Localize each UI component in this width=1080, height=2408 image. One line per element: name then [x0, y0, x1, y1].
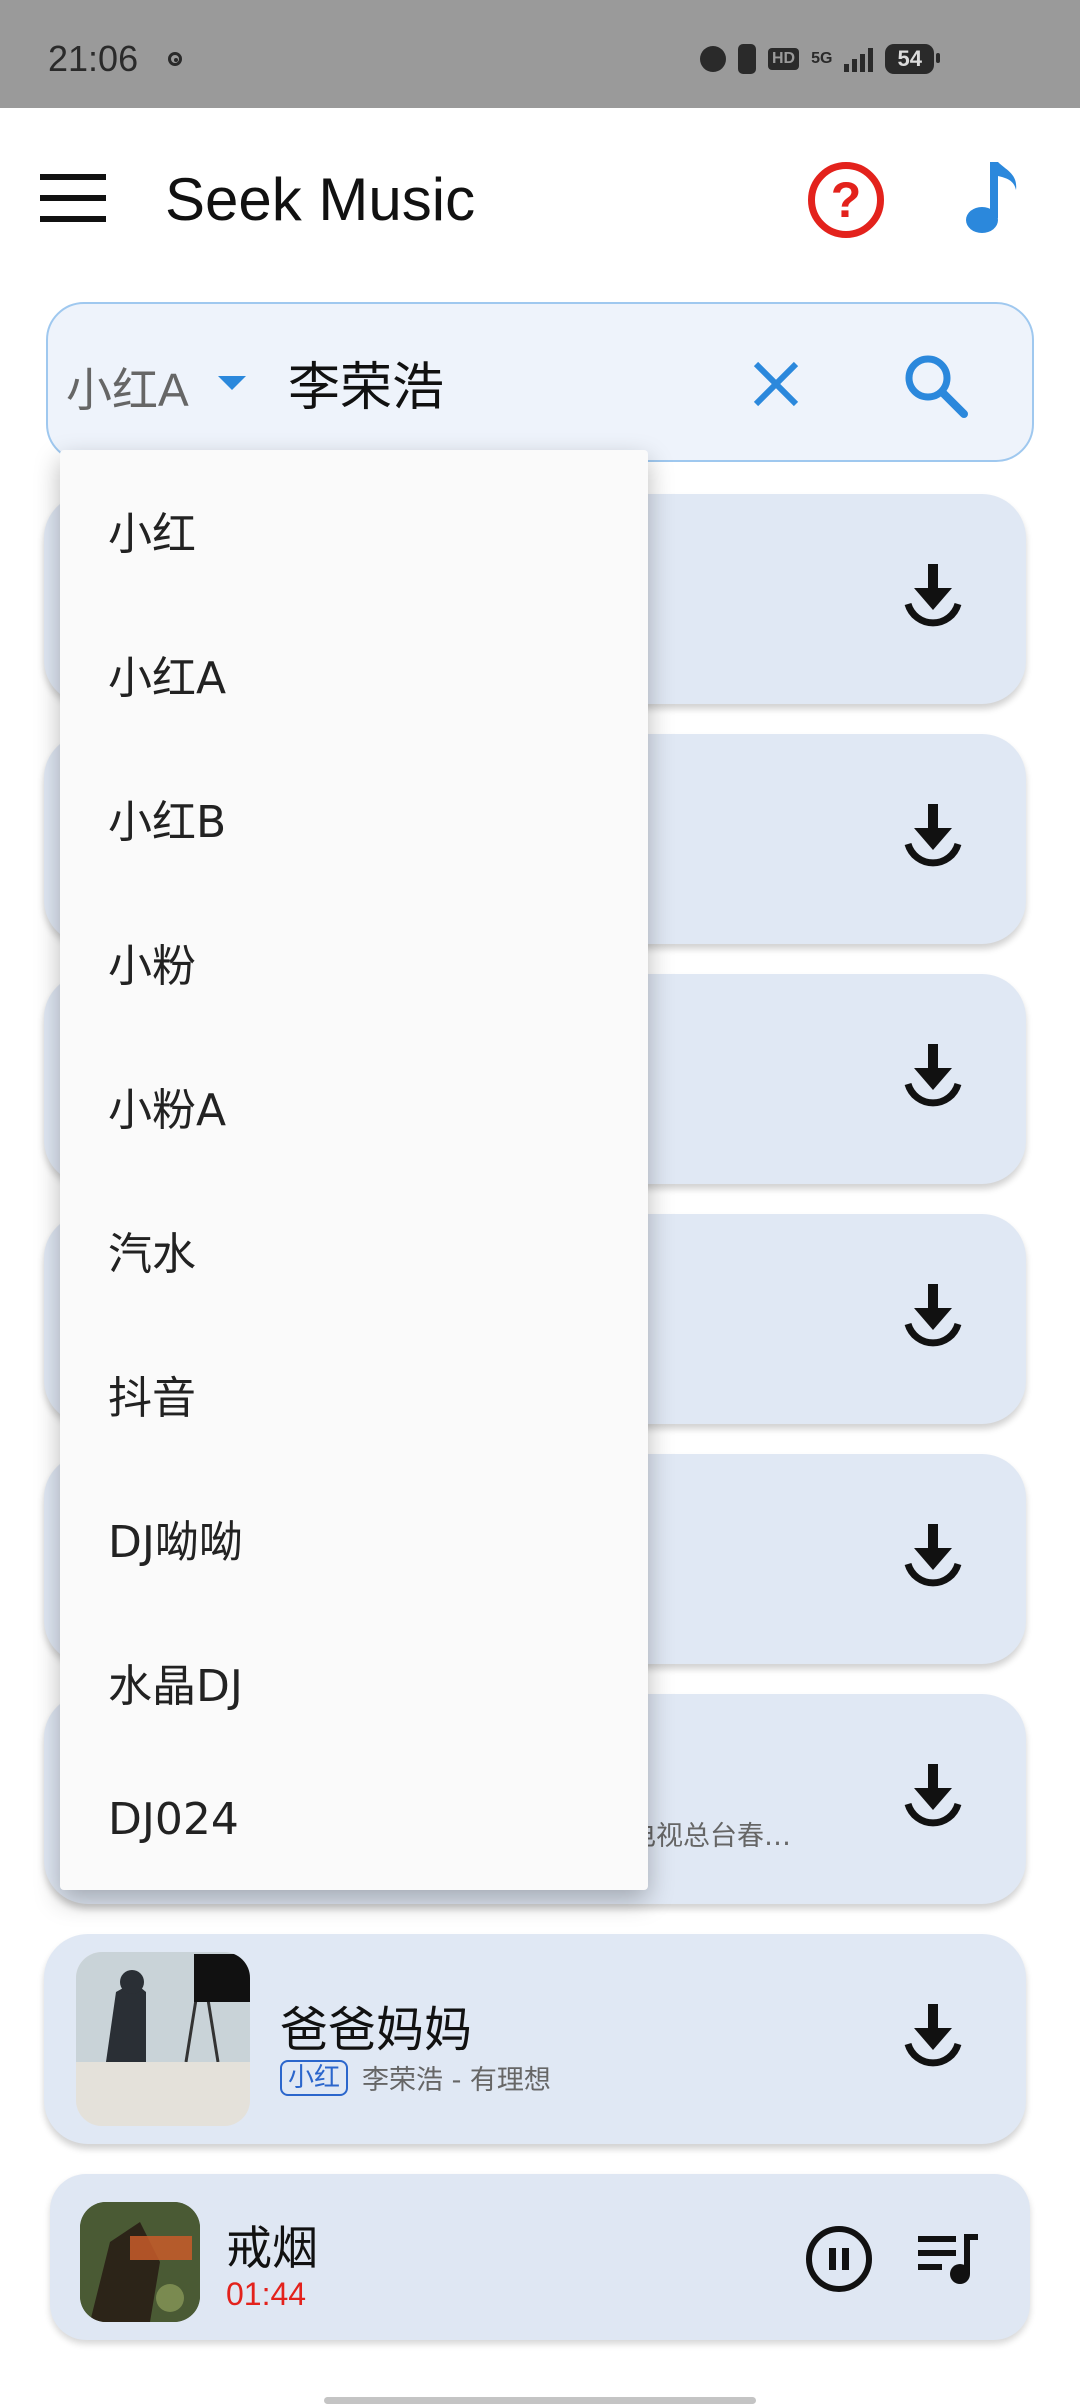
song-card[interactable]: 爸爸妈妈 小红 李荣浩 - 有理想	[44, 1934, 1026, 2144]
download-icon[interactable]	[902, 2002, 964, 2074]
network-type: 5G	[811, 50, 833, 67]
page-title: Seek Music	[165, 166, 476, 233]
chevron-down-icon[interactable]	[218, 376, 246, 390]
download-icon[interactable]	[902, 1762, 964, 1834]
dropdown-option[interactable]: DJ呦呦	[108, 1506, 243, 1570]
dropdown-option[interactable]: 水晶DJ	[108, 1650, 243, 1714]
dropdown-option[interactable]: 小红A	[108, 642, 226, 706]
elapsed-time: 01:44	[226, 2276, 307, 2312]
mini-player[interactable]: 戒烟 01:44	[50, 2174, 1030, 2340]
song-title: 爸爸妈妈	[280, 2002, 473, 2058]
player-album-cover	[80, 2202, 200, 2322]
signal-icon	[844, 46, 874, 72]
pause-icon[interactable]	[806, 2226, 872, 2292]
download-icon[interactable]	[902, 562, 964, 634]
download-icon[interactable]	[902, 1042, 964, 1114]
download-icon[interactable]	[902, 802, 964, 874]
dropdown-option[interactable]: 小红B	[108, 786, 226, 850]
search-bar: 小红A	[46, 302, 1034, 462]
dropdown-option[interactable]: 抖音	[108, 1362, 196, 1426]
music-note-icon[interactable]	[960, 160, 1020, 236]
source-dropdown-menu: 小红 小红A 小红B 小粉 小粉A 汽水 抖音 DJ呦呦 水晶DJ DJ024	[60, 450, 648, 1890]
menu-icon[interactable]	[40, 174, 106, 222]
close-icon[interactable]	[748, 356, 804, 412]
source-select[interactable]: 小红A	[66, 354, 189, 420]
status-time: 21:06	[48, 38, 139, 79]
dropdown-option[interactable]: 汽水	[108, 1218, 196, 1282]
status-icons: HD 5G 54	[700, 44, 941, 74]
battery-level: 54	[885, 44, 941, 74]
download-icon[interactable]	[902, 1522, 964, 1594]
dropdown-option[interactable]: DJ024	[108, 1794, 239, 1845]
home-indicator[interactable]	[324, 2397, 756, 2404]
download-icon[interactable]	[902, 1282, 964, 1354]
dropdown-option[interactable]: 小红	[108, 498, 196, 562]
dropdown-option[interactable]: 小粉	[108, 930, 196, 994]
record-indicator-icon	[168, 52, 182, 66]
status-bar: 21:06 HD 5G 54	[0, 0, 1080, 108]
artist-album: 李荣浩 - 有理想	[362, 2065, 551, 2096]
vibrate-icon	[738, 44, 756, 74]
now-playing-title: 戒烟	[226, 2221, 318, 2275]
search-input[interactable]	[288, 344, 748, 420]
playlist-icon[interactable]	[916, 2228, 980, 2288]
dropdown-option[interactable]: 小粉A	[108, 1074, 226, 1138]
alarm-icon	[700, 46, 726, 72]
source-badge: 小红	[280, 2059, 349, 2096]
album-cover	[76, 1952, 250, 2126]
help-icon[interactable]: ?	[808, 162, 884, 238]
hd-badge: HD	[768, 48, 800, 70]
search-icon[interactable]	[900, 350, 970, 420]
song-meta-row: 小红 李荣浩 - 有理想	[280, 2058, 551, 2097]
